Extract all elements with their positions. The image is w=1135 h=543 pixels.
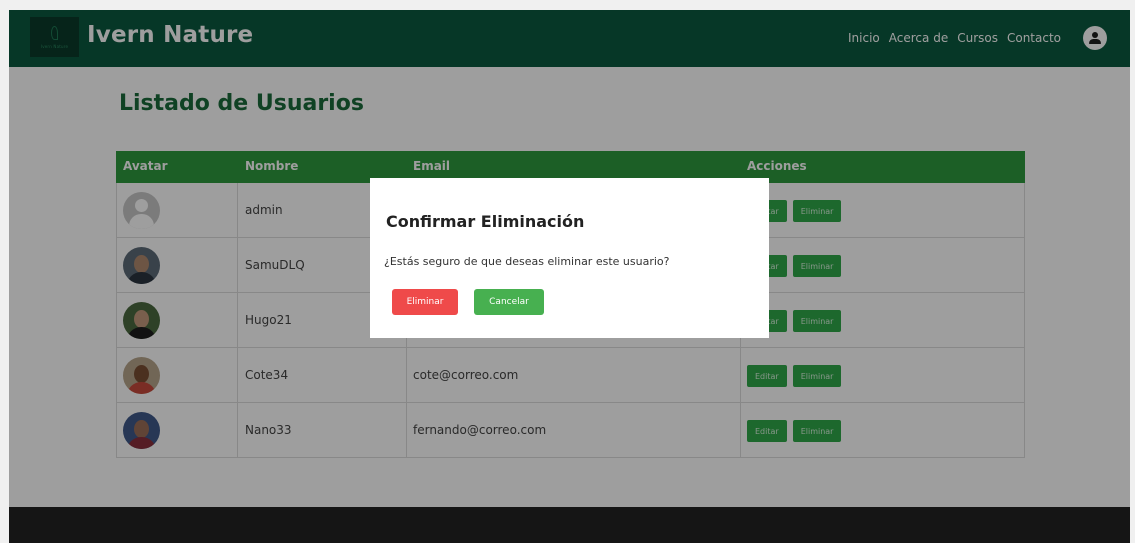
modal-title: Confirmar Eliminación: [386, 212, 585, 231]
modal-message: ¿Estás seguro de que deseas eliminar est…: [384, 255, 670, 268]
browser-frame: Ivern Nature Ivern Nature Inicio Acerca …: [0, 0, 1135, 543]
page: Ivern Nature Ivern Nature Inicio Acerca …: [9, 10, 1130, 543]
confirm-delete-modal: Confirmar Eliminación ¿Estás seguro de q…: [370, 178, 769, 338]
confirm-delete-button[interactable]: Eliminar: [392, 289, 458, 315]
cancel-button[interactable]: Cancelar: [474, 289, 544, 315]
